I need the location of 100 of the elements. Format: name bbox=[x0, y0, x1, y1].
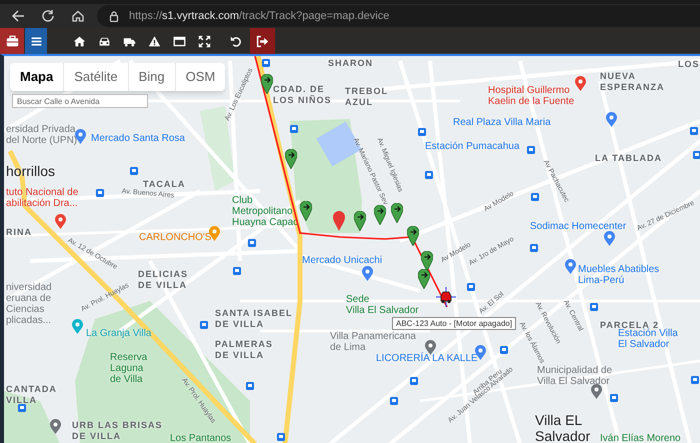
reload-icon[interactable] bbox=[41, 9, 55, 23]
place-label: Estación Villa El Salvador bbox=[618, 328, 678, 350]
map-type-tab[interactable]: Bing bbox=[128, 63, 175, 91]
location-pin-icon bbox=[604, 231, 615, 246]
map-type-tab[interactable]: Mapa bbox=[10, 63, 64, 91]
warning-icon bbox=[148, 34, 161, 48]
bus-stop-icon bbox=[248, 239, 256, 247]
bus-stop-icon bbox=[246, 382, 254, 390]
bus-stop-icon bbox=[527, 146, 535, 154]
place-label: Real Plaza Villa Maria bbox=[453, 117, 551, 128]
place-label: Iván Elías Moreno bbox=[600, 433, 681, 443]
route-marker-icon[interactable] bbox=[261, 74, 273, 94]
bus-stop-icon bbox=[96, 189, 104, 197]
bus-stop-icon bbox=[290, 125, 298, 133]
vehicle-tooltip: ABC-123 Auto - [Motor apagado] bbox=[392, 317, 516, 330]
city-label: Villa EL Salvador bbox=[535, 412, 590, 443]
bus-stop-icon bbox=[18, 404, 26, 412]
bus-stop-icon bbox=[500, 346, 508, 354]
district-label: PALMERAS DE VILLA bbox=[215, 339, 273, 361]
place-label: Muebles Abatibles Lima-Perú bbox=[578, 264, 660, 286]
location-pin-icon bbox=[55, 214, 66, 229]
place-label: CARLONCHO'S bbox=[139, 232, 212, 243]
home-icon[interactable] bbox=[71, 9, 85, 23]
district-label: SANTA ISABEL DE VILLA bbox=[215, 308, 293, 330]
location-pin-icon bbox=[209, 226, 220, 241]
bus-stop-icon bbox=[410, 377, 418, 385]
sign-out-button[interactable] bbox=[250, 28, 275, 54]
place-label: Reserva Laguna de Villa bbox=[110, 352, 148, 385]
bus-stop-icon bbox=[425, 171, 433, 179]
bus-stop-icon bbox=[418, 128, 426, 136]
bus-stop-icon bbox=[590, 303, 598, 311]
place-label: Los Pantanos bbox=[170, 433, 232, 443]
location-pin-icon bbox=[75, 129, 86, 144]
window-icon bbox=[173, 34, 186, 48]
expand-icon bbox=[198, 34, 211, 48]
route-marker-icon[interactable] bbox=[354, 211, 366, 231]
district-label: LOS bbox=[678, 59, 700, 70]
place-label: Municipalidad de Villa El Salvador bbox=[537, 365, 612, 387]
district-label: SHARON bbox=[328, 58, 374, 69]
bus-stop-icon bbox=[693, 151, 700, 159]
bus-stop-icon bbox=[390, 397, 398, 405]
map-type-tab[interactable]: Satélite bbox=[63, 63, 128, 91]
briefcase-icon bbox=[6, 34, 18, 48]
route-marker-icon[interactable] bbox=[407, 226, 419, 246]
menu-button[interactable] bbox=[25, 28, 47, 54]
place-label: ersidad Privada del Norte (UPN) bbox=[6, 124, 78, 146]
district-label: DELICIAS DE VILLA bbox=[138, 269, 188, 291]
place-label: Estación Pumacahua bbox=[425, 141, 520, 152]
map-type-tab[interactable]: OSM bbox=[174, 63, 226, 91]
car-icon bbox=[436, 287, 456, 307]
route-marker-icon[interactable] bbox=[285, 149, 297, 169]
place-label: Villa Panamericana de Lima bbox=[330, 331, 416, 353]
url-text: https://s1.vyrtrack.com/track/Track?page=map.device bbox=[129, 8, 390, 24]
route-marker-icon[interactable] bbox=[418, 269, 430, 289]
district-label: PARCELA 2 bbox=[600, 320, 660, 330]
bus-stop-icon bbox=[233, 267, 241, 275]
bus-stop-icon bbox=[610, 394, 618, 402]
location-pin-icon bbox=[565, 259, 576, 274]
sign-out-icon bbox=[256, 34, 269, 48]
bus-stop-icon bbox=[467, 283, 475, 291]
route-marker-icon[interactable] bbox=[391, 203, 403, 223]
bus-stop-icon bbox=[531, 193, 539, 201]
address-bar[interactable]: https://s1.vyrtrack.com/track/Track?page=map.device bbox=[97, 5, 700, 27]
route-marker-icon[interactable] bbox=[421, 251, 433, 271]
bus-stop-icon bbox=[262, 59, 270, 67]
location-pin-icon bbox=[591, 384, 602, 399]
place-label: Mercado Santa Rosa bbox=[91, 133, 185, 144]
place-label: niversidad eruana de Ciencias plicadas... bbox=[6, 282, 52, 326]
place-label: Mercado Unicachi bbox=[302, 255, 382, 266]
place-label: Sodimac Homecenter bbox=[530, 221, 626, 232]
location-pin-icon bbox=[575, 76, 586, 91]
route-marker-icon[interactable] bbox=[374, 205, 386, 225]
lock-icon bbox=[109, 10, 119, 22]
district-label: LA TABLADA bbox=[595, 153, 662, 164]
back-icon[interactable] bbox=[11, 9, 25, 23]
menu-icon bbox=[30, 34, 42, 48]
location-pin-icon[interactable] bbox=[333, 211, 345, 231]
district-label: CANTADA VILLA bbox=[6, 384, 57, 406]
bus-stop-icon bbox=[530, 244, 538, 252]
place-label: LICORERÍA LA KALLE bbox=[376, 353, 478, 364]
district-label: TACALA bbox=[143, 179, 186, 189]
bus-stop-icon bbox=[691, 376, 699, 384]
bus-stop-icon bbox=[690, 127, 698, 135]
bus-stop-icon bbox=[200, 321, 208, 329]
district-label: RINA bbox=[6, 227, 32, 238]
district-label: NUEVA ESPERANZA bbox=[600, 71, 665, 93]
route-marker-icon[interactable] bbox=[300, 201, 312, 221]
location-pin-icon bbox=[50, 419, 61, 434]
bus-stop-icon bbox=[130, 167, 138, 175]
location-pin-icon bbox=[72, 319, 83, 334]
place-label: Sede Villa El Salvador bbox=[346, 294, 419, 316]
search-field[interactable]: Buscar Calle o Avenida bbox=[12, 94, 148, 108]
home-icon bbox=[73, 34, 86, 48]
bus-stop-icon bbox=[277, 433, 285, 441]
place-label: Hospital Guillermo Kaelin de la Fuente bbox=[488, 85, 574, 107]
location-pin-icon bbox=[606, 112, 617, 127]
briefcase-button[interactable] bbox=[0, 28, 24, 54]
district-label: TREBOL AZUL bbox=[345, 86, 388, 108]
district-label: URB LAS BRISAS DE VILLA bbox=[72, 420, 163, 442]
location-pin-icon bbox=[362, 266, 373, 281]
